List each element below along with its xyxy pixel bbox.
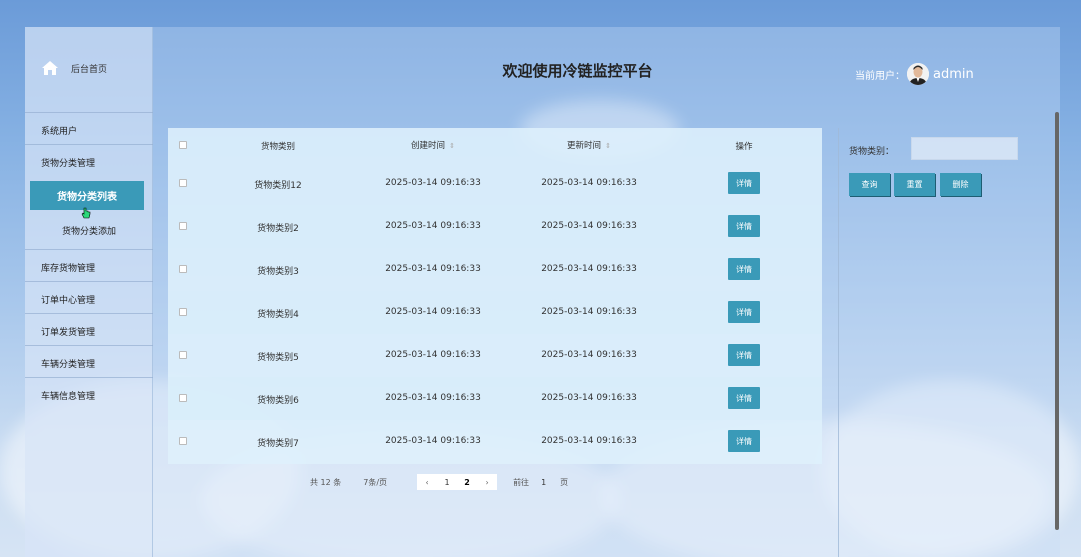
- page-size-select[interactable]: 7条/页: [363, 477, 387, 488]
- home-label: 后台首页: [71, 64, 108, 75]
- sidebar-home[interactable]: 后台首页: [41, 60, 107, 76]
- select-all-checkbox[interactable]: [179, 141, 187, 149]
- row-checkbox[interactable]: [179, 394, 187, 402]
- sort-icon[interactable]: ⇕: [605, 142, 611, 150]
- detail-button[interactable]: 详情: [728, 430, 760, 452]
- menu-divider: [25, 281, 153, 282]
- scrollbar[interactable]: [1055, 112, 1059, 530]
- search-button[interactable]: 查询: [849, 173, 890, 196]
- cell-category: 货物类别3: [257, 267, 299, 277]
- menu-divider: [25, 112, 153, 113]
- table-header: 货物类别 创建时间 ⇕ 更新时间 ⇕ 操作: [168, 128, 822, 162]
- page-number-1[interactable]: 1: [437, 474, 458, 490]
- cell-category: 货物类别12: [254, 181, 302, 191]
- menu-divider: [25, 377, 153, 378]
- detail-button[interactable]: 详情: [728, 215, 760, 237]
- pagination: 共 12 条 7条/页 ‹ 1 2 › 前往 1 页: [310, 474, 568, 490]
- detail-button[interactable]: 详情: [728, 301, 760, 323]
- cell-created: 2025-03-14 09:16:33: [385, 393, 481, 403]
- delete-button[interactable]: 删除: [940, 173, 981, 196]
- column-header-created[interactable]: 创建时间 ⇕: [368, 139, 498, 151]
- cell-created: 2025-03-14 09:16:33: [385, 178, 481, 188]
- panel-divider: [838, 128, 839, 557]
- menu-divider: [25, 313, 153, 314]
- column-header-created-label: 创建时间: [411, 141, 446, 151]
- row-checkbox[interactable]: [179, 351, 187, 359]
- sidebar-item-shipping[interactable]: 订单发货管理: [41, 325, 95, 338]
- chevron-left-icon: ‹: [425, 477, 429, 487]
- home-icon: [42, 61, 58, 75]
- cell-updated: 2025-03-14 09:16:33: [541, 307, 637, 317]
- cell-created: 2025-03-14 09:16:33: [385, 221, 481, 231]
- sidebar-item-goods-category[interactable]: 货物分类管理: [41, 156, 95, 169]
- cell-category: 货物类别4: [257, 310, 299, 320]
- user-name[interactable]: admin: [933, 67, 974, 82]
- pagination-total: 共 12 条: [310, 477, 342, 487]
- column-header-category: 货物类别: [260, 142, 295, 152]
- sidebar-subitem-category-list[interactable]: 货物分类列表: [30, 181, 144, 210]
- sidebar-item-inventory[interactable]: 库存货物管理: [41, 261, 95, 274]
- cell-created: 2025-03-14 09:16:33: [385, 264, 481, 274]
- detail-button[interactable]: 详情: [728, 258, 760, 280]
- page-suffix: 页: [560, 477, 569, 487]
- next-page-button[interactable]: ›: [477, 474, 498, 490]
- cell-category: 货物类别7: [257, 439, 299, 449]
- prev-page-button[interactable]: ‹: [417, 474, 438, 490]
- cell-category: 货物类别6: [257, 396, 299, 406]
- sidebar: 后台首页 系统用户 货物分类管理 货物分类列表 货物分类添加 库存货物管理 订单…: [25, 27, 153, 557]
- cell-created: 2025-03-14 09:16:33: [385, 350, 481, 360]
- detail-button[interactable]: 详情: [728, 172, 760, 194]
- user-avatar-icon: [907, 63, 929, 85]
- goto-label: 前往: [513, 477, 530, 487]
- sidebar-item-system-users[interactable]: 系统用户: [41, 124, 77, 137]
- row-checkbox[interactable]: [179, 265, 187, 273]
- table-row: 货物类别7 2025-03-14 09:16:33 2025-03-14 09:…: [168, 420, 822, 463]
- sidebar-item-orders[interactable]: 订单中心管理: [41, 293, 95, 306]
- cell-category: 货物类别5: [257, 353, 299, 363]
- table-row: 货物类别3 2025-03-14 09:16:33 2025-03-14 09:…: [168, 248, 822, 291]
- table-row: 货物类别2 2025-03-14 09:16:33 2025-03-14 09:…: [168, 205, 822, 248]
- cell-updated: 2025-03-14 09:16:33: [541, 221, 637, 231]
- row-checkbox[interactable]: [179, 179, 187, 187]
- menu-divider: [25, 249, 153, 250]
- cell-created: 2025-03-14 09:16:33: [385, 436, 481, 446]
- cell-category: 货物类别2: [257, 224, 299, 234]
- menu-divider: [25, 345, 153, 346]
- column-header-updated[interactable]: 更新时间 ⇕: [524, 139, 654, 151]
- cell-updated: 2025-03-14 09:16:33: [541, 264, 637, 274]
- column-header-action: 操作: [735, 142, 753, 152]
- table-row: 货物类别12 2025-03-14 09:16:33 2025-03-14 09…: [168, 162, 822, 205]
- page-number-2[interactable]: 2: [457, 474, 478, 490]
- filter-category-input[interactable]: [911, 137, 1018, 160]
- row-checkbox[interactable]: [179, 222, 187, 230]
- hand-cursor-icon: [81, 207, 91, 219]
- cell-created: 2025-03-14 09:16:33: [385, 307, 481, 317]
- table-row: 货物类别5 2025-03-14 09:16:33 2025-03-14 09:…: [168, 334, 822, 377]
- table-row: 货物类别6 2025-03-14 09:16:33 2025-03-14 09:…: [168, 377, 822, 420]
- chevron-right-icon: ›: [485, 477, 489, 487]
- row-checkbox[interactable]: [179, 308, 187, 316]
- reset-button[interactable]: 重置: [894, 173, 935, 196]
- cell-updated: 2025-03-14 09:16:33: [541, 393, 637, 403]
- sidebar-subitem-category-add[interactable]: 货物分类添加: [25, 224, 153, 237]
- cell-updated: 2025-03-14 09:16:33: [541, 178, 637, 188]
- user-info: 当前用户： admin: [855, 63, 974, 85]
- cell-updated: 2025-03-14 09:16:33: [541, 350, 637, 360]
- column-header-updated-label: 更新时间: [567, 141, 602, 151]
- avatar[interactable]: [907, 63, 929, 85]
- page-title: 欢迎使用冷链监控平台: [502, 62, 653, 80]
- detail-button[interactable]: 详情: [728, 344, 760, 366]
- menu-divider: [25, 144, 153, 145]
- cell-updated: 2025-03-14 09:16:33: [541, 436, 637, 446]
- goto-page-input[interactable]: 1: [541, 478, 546, 487]
- filter-category-label: 货物类别：: [849, 147, 895, 157]
- current-user-label: 当前用户：: [855, 70, 905, 82]
- sort-icon[interactable]: ⇕: [449, 142, 455, 150]
- row-checkbox[interactable]: [179, 437, 187, 445]
- sidebar-item-vehicle-info[interactable]: 车辆信息管理: [41, 389, 95, 402]
- sidebar-item-vehicle-category[interactable]: 车辆分类管理: [41, 357, 95, 370]
- table-row: 货物类别4 2025-03-14 09:16:33 2025-03-14 09:…: [168, 291, 822, 334]
- category-table: 货物类别 创建时间 ⇕ 更新时间 ⇕ 操作 货物类别12 2025-03-14 09…: [168, 128, 822, 464]
- detail-button[interactable]: 详情: [728, 387, 760, 409]
